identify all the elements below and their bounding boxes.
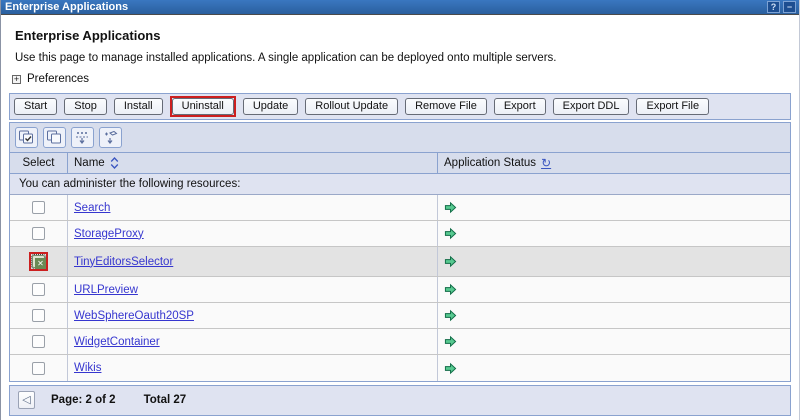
app-status-started-icon	[444, 201, 457, 214]
status-column-header: Application Status ↻	[437, 153, 790, 173]
app-link[interactable]: WebSphereOauth20SP	[74, 310, 194, 322]
table-row: URLPreview	[10, 277, 790, 303]
checkbox-highlight-box	[29, 252, 48, 271]
help-icon[interactable]: ?	[767, 1, 780, 13]
app-link[interactable]: StorageProxy	[74, 228, 144, 240]
sort-toggle-icon[interactable]	[110, 157, 119, 169]
app-status-started-icon	[444, 335, 457, 348]
row-checkbox[interactable]	[32, 283, 45, 296]
applications-table: Select Name Application Status ↻ You can…	[9, 122, 791, 382]
action-toolbar: Start Stop Install Uninstall Update Roll…	[9, 93, 791, 120]
table-header-row: Select Name Application Status ↻	[10, 153, 790, 174]
table-row: Search	[10, 195, 790, 221]
export-ddl-button[interactable]: Export DDL	[553, 98, 630, 115]
export-file-button[interactable]: Export File	[636, 98, 709, 115]
deselect-all-icon[interactable]	[43, 127, 66, 148]
stop-button[interactable]: Stop	[64, 98, 107, 115]
table-row: WebSphereOauth20SP	[10, 303, 790, 329]
row-checkbox[interactable]	[32, 309, 45, 322]
start-button[interactable]: Start	[14, 98, 57, 115]
app-link[interactable]: WidgetContainer	[74, 336, 160, 348]
pagination-bar: ◁ Page: 2 of 2 Total 27	[9, 385, 791, 416]
titlebar-buttons: ? −	[767, 1, 796, 13]
table-row: WidgetContainer	[10, 329, 790, 355]
window-title: Enterprise Applications	[5, 0, 128, 14]
select-column-header: Select	[10, 153, 67, 173]
export-button[interactable]: Export	[494, 98, 546, 115]
app-status-started-icon	[444, 362, 457, 375]
window-titlebar: Enterprise Applications ? −	[1, 0, 799, 15]
app-link[interactable]: Search	[74, 202, 110, 214]
app-status-started-icon	[444, 255, 457, 268]
minimize-icon[interactable]: −	[783, 1, 796, 13]
uninstall-button[interactable]: Uninstall	[172, 98, 234, 115]
total-count: Total 27	[144, 394, 187, 406]
name-column-header[interactable]: Name	[67, 153, 437, 173]
row-checkbox-checked[interactable]	[32, 255, 45, 268]
table-icon-toolbar	[10, 123, 790, 153]
show-filter-icon[interactable]	[71, 127, 94, 148]
row-checkbox[interactable]	[32, 201, 45, 214]
rollout-update-button[interactable]: Rollout Update	[305, 98, 398, 115]
app-status-started-icon	[444, 283, 457, 296]
app-status-started-icon	[444, 309, 457, 322]
page-indicator: Page: 2 of 2	[51, 394, 116, 406]
preferences-label: Preferences	[27, 73, 89, 85]
uninstall-highlight-box: Uninstall	[170, 96, 236, 117]
select-all-icon[interactable]	[15, 127, 38, 148]
status-refresh-icon[interactable]: ↻	[541, 158, 551, 168]
table-row: StorageProxy	[10, 221, 790, 247]
install-button[interactable]: Install	[114, 98, 163, 115]
remove-file-button[interactable]: Remove File	[405, 98, 487, 115]
hide-filter-icon[interactable]	[99, 127, 122, 148]
app-link[interactable]: TinyEditorsSelector	[74, 256, 173, 268]
table-row-selected: TinyEditorsSelector	[10, 247, 790, 277]
page-title: Enterprise Applications	[15, 28, 791, 43]
row-checkbox[interactable]	[32, 227, 45, 240]
table-row: Wikis	[10, 355, 790, 381]
expand-plus-icon[interactable]: +	[12, 75, 21, 84]
app-status-started-icon	[444, 227, 457, 240]
table-caption: You can administer the following resourc…	[10, 174, 790, 195]
page-description: Use this page to manage installed applic…	[15, 52, 791, 64]
console-frame: Enterprise Applications ? − Enterprise A…	[0, 0, 800, 420]
update-button[interactable]: Update	[243, 98, 298, 115]
app-link[interactable]: Wikis	[74, 362, 101, 374]
preferences-toggle[interactable]: + Preferences	[12, 73, 791, 85]
row-checkbox[interactable]	[32, 335, 45, 348]
row-checkbox[interactable]	[32, 362, 45, 375]
page-content: Enterprise Applications Use this page to…	[1, 28, 799, 416]
app-link[interactable]: URLPreview	[74, 284, 138, 296]
previous-page-icon[interactable]: ◁	[18, 391, 35, 409]
